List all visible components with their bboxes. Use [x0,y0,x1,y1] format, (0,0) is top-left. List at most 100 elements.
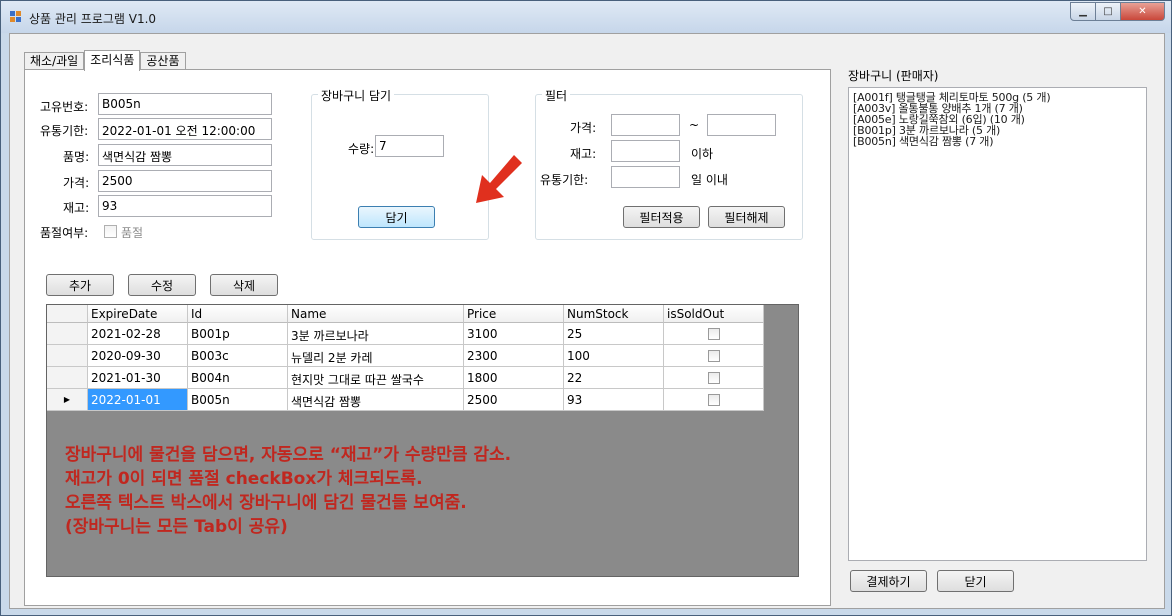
cell-name[interactable]: 3분 까르보나라 [288,323,464,345]
filter-expire-field[interactable] [611,166,680,188]
cell-stock[interactable]: 93 [564,389,664,411]
soldout-grid-checkbox[interactable] [707,393,720,406]
cell-price[interactable]: 3100 [464,323,564,345]
cell-expire[interactable]: 2022-01-01 [88,389,188,411]
row-header[interactable] [47,323,88,345]
soldout-checkbox[interactable] [104,225,117,238]
cell-id[interactable]: B004n [188,367,288,389]
filter-expire-suffix: 일 이내 [691,173,728,187]
row-header[interactable] [47,367,88,389]
filter-tilde: ~ [689,118,700,132]
expire-field[interactable]: 2022-01-01 오전 12:00:00 [98,118,272,140]
cell-expire[interactable]: 2021-01-30 [88,367,188,389]
table-row[interactable]: 2021-02-28 B001p 3분 까르보나라 3100 25 [47,323,764,345]
annotation-line: 재고가 0이 되면 품절 checkBox가 체크되도록. [65,469,423,489]
annotation-line: 장바구니에 물건을 담으면, 자동으로 “재고”가 수량만큼 감소. [65,445,512,465]
price-label: 가격: [63,176,90,190]
cart-line: [B005n] 색면식감 짬뽕 (7 개) [853,135,994,148]
price-field[interactable]: 2500 [98,170,272,192]
product-grid[interactable]: ExpireDate Id Name Price NumStock isSold… [46,304,799,577]
close-button[interactable]: 닫기 [937,570,1014,592]
soldout-label: 품절여부: [40,226,89,240]
stock-field[interactable]: 93 [98,195,272,217]
tab-cooked-food[interactable]: 조리식품 [84,50,141,71]
cell-expire[interactable]: 2021-02-28 [88,323,188,345]
filter-stock-label: 재고: [570,147,597,161]
cell-id[interactable]: B001p [188,323,288,345]
col-header-soldout[interactable]: isSoldOut [664,305,764,323]
delete-item-button[interactable]: 삭제 [210,274,278,296]
minimize-icon[interactable]: ▁ [1070,2,1096,21]
cell-price[interactable]: 2500 [464,389,564,411]
table-row[interactable]: 2021-01-30 B004n 현지맛 그대로 따끈 쌀국수 1800 22 [47,367,764,389]
quantity-label: 수량: [348,142,375,156]
cell-expire[interactable]: 2020-09-30 [88,345,188,367]
cart-panel-label: 장바구니 (판매자) [848,69,939,83]
soldout-grid-checkbox[interactable] [707,349,720,362]
col-header-name[interactable]: Name [288,305,464,323]
name-label: 품명: [63,150,90,164]
client-area: 채소/과일 조리식품 공산품 고유번호: B005n 유통기한: 2022-01… [9,33,1165,609]
table-row[interactable]: ▶ 2022-01-01 B005n 색면식감 짬뽕 2500 93 [47,389,764,411]
grid-corner-cell [47,305,88,323]
cell-soldout[interactable] [664,389,764,411]
filter-price-label: 가격: [570,121,597,135]
row-header[interactable] [47,345,88,367]
filter-group-title: 필터 [542,87,571,104]
soldout-grid-checkbox[interactable] [707,371,720,384]
close-icon[interactable]: ✕ [1120,2,1165,21]
filter-apply-button[interactable]: 필터적용 [623,206,700,228]
cart-add-group-title: 장바구니 담기 [318,87,395,104]
quantity-field[interactable]: 7 [375,135,444,157]
filter-stock-field[interactable] [611,140,680,162]
annotation-text: 장바구니에 물건을 담으면, 자동으로 “재고”가 수량만큼 감소. 재고가 0… [65,443,511,539]
filter-stock-suffix: 이하 [691,147,714,161]
app-icon [10,11,22,23]
cell-name[interactable]: 색면식감 짬뽕 [288,389,464,411]
col-header-id[interactable]: Id [188,305,288,323]
annotation-line: 오른쪽 텍스트 박스에서 장바구니에 담긴 물건들 보여줌. [65,493,467,513]
cell-price[interactable]: 2300 [464,345,564,367]
pay-button[interactable]: 결제하기 [850,570,927,592]
soldout-grid-checkbox[interactable] [707,327,720,340]
col-header-stock[interactable]: NumStock [564,305,664,323]
filter-expire-label: 유통기한: [540,173,589,187]
add-to-cart-button[interactable]: 담기 [358,206,435,228]
cell-soldout[interactable] [664,323,764,345]
cell-stock[interactable]: 100 [564,345,664,367]
window-controls: ▁ □ ✕ [1070,2,1165,21]
annotation-line: (장바구니는 모든 Tab이 공유) [65,517,288,537]
maximize-icon[interactable]: □ [1095,2,1121,21]
cell-price[interactable]: 1800 [464,367,564,389]
cell-soldout[interactable] [664,345,764,367]
tab-strip: 채소/과일 조리식품 공산품 [24,49,186,71]
cell-name[interactable]: 뉴델리 2분 카레 [288,345,464,367]
table-row[interactable]: 2020-09-30 B003c 뉴델리 2분 카레 2300 100 [47,345,764,367]
tab-vegetables-fruits[interactable]: 채소/과일 [24,52,85,70]
window-title: 상품 관리 프로그램 V1.0 [29,12,157,26]
tab-industrial-goods[interactable]: 공산품 [140,52,186,70]
filter-price-min-field[interactable] [611,114,680,136]
tab-page-cooked-food: 고유번호: B005n 유통기한: 2022-01-01 오전 12:00:00… [24,69,831,606]
current-row-marker-icon[interactable]: ▶ [47,389,88,411]
red-arrow-icon [476,155,522,203]
edit-item-button[interactable]: 수정 [128,274,196,296]
col-header-expire[interactable]: ExpireDate [88,305,188,323]
expire-label: 유통기한: [40,124,89,138]
cell-soldout[interactable] [664,367,764,389]
col-header-price[interactable]: Price [464,305,564,323]
add-item-button[interactable]: 추가 [46,274,114,296]
cart-textbox[interactable]: [A001f] 탱글탱글 체리토마토 500g (5 개) [A003v] 올통… [848,87,1147,561]
cell-stock[interactable]: 25 [564,323,664,345]
cell-id[interactable]: B005n [188,389,288,411]
app-window: 상품 관리 프로그램 V1.0 ▁ □ ✕ 채소/과일 조리식품 공산품 고유번… [0,0,1172,616]
filter-clear-button[interactable]: 필터해제 [708,206,785,228]
id-field[interactable]: B005n [98,93,272,115]
cell-name[interactable]: 현지맛 그대로 따끈 쌀국수 [288,367,464,389]
stock-label: 재고: [63,201,90,215]
name-field[interactable]: 색면식감 짬뽕 [98,144,272,166]
filter-price-max-field[interactable] [707,114,776,136]
cell-id[interactable]: B003c [188,345,288,367]
cell-stock[interactable]: 22 [564,367,664,389]
title-bar[interactable]: 상품 관리 프로그램 V1.0 ▁ □ ✕ [1,1,1171,33]
